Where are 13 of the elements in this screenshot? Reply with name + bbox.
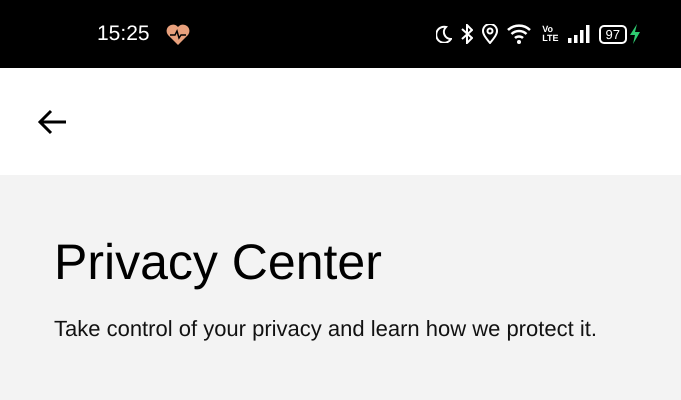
clock: 15:25 [97, 22, 150, 46]
signal-icon [568, 24, 590, 44]
volte-label: Vo [542, 25, 554, 34]
page-title: Privacy Center [54, 233, 383, 292]
bluetooth-icon [461, 24, 474, 44]
page-description: Take control of your privacy and learn how we protect it. [54, 315, 598, 343]
heart-rate-icon [166, 24, 190, 44]
moon-icon [436, 25, 452, 43]
location-icon [482, 24, 498, 44]
wifi-icon [507, 24, 534, 44]
battery-level: 97 [598, 24, 627, 44]
charging-icon [629, 24, 641, 44]
volte-label: LTE [542, 34, 559, 43]
